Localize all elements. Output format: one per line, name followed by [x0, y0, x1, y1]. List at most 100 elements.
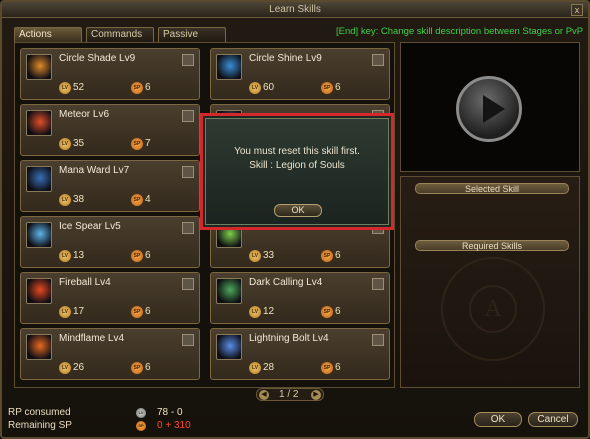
skill-name: Lightning Bolt Lv4 — [249, 333, 329, 344]
skill-level-requirement: 12 — [263, 306, 275, 317]
skill-checkbox[interactable] — [372, 278, 384, 290]
sp-coin-icon: SP — [131, 82, 143, 94]
remaining-sp-value: 0 + 310 — [157, 420, 191, 431]
skill-card[interactable]: Fireball Lv4 LV 17 SP 6 — [20, 272, 200, 324]
skill-name: Mindflame Lv4 — [59, 333, 125, 344]
level-coin-icon: LV — [249, 362, 261, 374]
sp-icon: SP — [136, 421, 146, 431]
sp-coin-icon: SP — [321, 362, 333, 374]
meteor-icon — [26, 110, 52, 136]
skill-sp-cost: 6 — [335, 82, 341, 93]
sp-coin-icon: SP — [131, 306, 143, 318]
skill-info-panel: Selected Skill Required Skills A — [400, 176, 580, 388]
dialog-ok-button[interactable]: OK — [274, 204, 322, 217]
skill-card[interactable]: Mana Ward Lv7 LV 38 SP 4 — [20, 160, 200, 212]
sp-coin-icon: SP — [131, 194, 143, 206]
skill-level-requirement: 38 — [73, 194, 85, 205]
skill-checkbox[interactable] — [182, 222, 194, 234]
level-coin-icon: LV — [249, 82, 261, 94]
reset-required-dialog: You must reset this skill first. Skill :… — [200, 113, 394, 230]
rp-consumed-value: 78 - 0 — [157, 407, 183, 418]
mindflame-icon — [26, 334, 52, 360]
level-coin-icon: LV — [59, 194, 71, 206]
skill-checkbox[interactable] — [182, 110, 194, 122]
mana-ward-icon — [26, 166, 52, 192]
dialog-skill-name: Skill : Legion of Souls — [249, 160, 345, 171]
skill-level-requirement: 60 — [263, 82, 275, 93]
sp-coin-icon: SP — [131, 138, 143, 150]
level-coin-icon: LV — [59, 306, 71, 318]
prev-page-button[interactable]: ◀ — [259, 390, 269, 400]
skill-name: Fireball Lv4 — [59, 277, 111, 288]
skill-checkbox[interactable] — [182, 54, 194, 66]
tab-passive[interactable]: Passive — [158, 27, 226, 42]
required-skills-header: Required Skills — [415, 240, 569, 251]
fireball-icon — [26, 278, 52, 304]
dark-calling-icon — [216, 278, 242, 304]
selected-skill-header: Selected Skill — [415, 183, 569, 194]
rp-icon: LV — [136, 408, 146, 418]
skill-checkbox[interactable] — [372, 54, 384, 66]
skill-card[interactable]: Meteor Lv6 LV 35 SP 7 — [20, 104, 200, 156]
skill-level-requirement: 13 — [73, 250, 85, 261]
play-icon — [483, 95, 505, 123]
skill-sp-cost: 6 — [145, 306, 151, 317]
skill-card[interactable]: Mindflame Lv4 LV 26 SP 6 — [20, 328, 200, 380]
skill-name: Mana Ward Lv7 — [59, 165, 130, 176]
skill-checkbox[interactable] — [372, 334, 384, 346]
emblem-letter: A — [485, 297, 501, 322]
skill-sp-cost: 6 — [335, 306, 341, 317]
skill-checkbox[interactable] — [182, 278, 194, 290]
skill-sp-cost: 7 — [145, 138, 151, 149]
tab-actions[interactable]: Actions — [14, 27, 82, 42]
skill-level-requirement: 17 — [73, 306, 85, 317]
level-coin-icon: LV — [59, 250, 71, 262]
window-title: Learn Skills — [269, 4, 321, 15]
title-bar[interactable]: Learn Skills x — [2, 2, 588, 18]
close-button[interactable]: x — [571, 4, 583, 16]
skill-level-requirement: 33 — [263, 250, 275, 261]
level-coin-icon: LV — [59, 82, 71, 94]
level-coin-icon: LV — [249, 306, 261, 318]
circle-shade-icon — [26, 54, 52, 80]
skill-card[interactable]: Circle Shine Lv9 LV 60 SP 6 — [210, 48, 390, 100]
level-coin-icon: LV — [59, 138, 71, 150]
skill-sp-cost: 4 — [145, 194, 151, 205]
pager: ◀ 1 / 2 ▶ — [256, 388, 324, 401]
skill-checkbox[interactable] — [182, 334, 194, 346]
skill-card[interactable]: Dark Calling Lv4 LV 12 SP 6 — [210, 272, 390, 324]
skill-sp-cost: 6 — [145, 82, 151, 93]
level-coin-icon: LV — [249, 250, 261, 262]
skill-card[interactable]: Lightning Bolt Lv4 LV 28 SP 6 — [210, 328, 390, 380]
skill-level-requirement: 26 — [73, 362, 85, 373]
skill-level-requirement: 35 — [73, 138, 85, 149]
lightning-bolt-icon — [216, 334, 242, 360]
skill-checkbox[interactable] — [182, 166, 194, 178]
sp-coin-icon: SP — [131, 362, 143, 374]
skill-name: Meteor Lv6 — [59, 109, 110, 120]
skill-card[interactable]: Circle Shade Lv9 LV 52 SP 6 — [20, 48, 200, 100]
dialog-body: You must reset this skill first. Skill :… — [205, 118, 389, 225]
play-button[interactable] — [456, 76, 522, 142]
dialog-message: You must reset this skill first. — [234, 146, 360, 157]
skill-sp-cost: 6 — [335, 362, 341, 373]
skill-sp-cost: 6 — [335, 250, 341, 261]
skill-card[interactable]: Ice Spear Lv5 LV 13 SP 6 — [20, 216, 200, 268]
skill-level-requirement: 52 — [73, 82, 85, 93]
hint-text: [End] key: Change skill description betw… — [336, 26, 584, 37]
page-indicator: 1 / 2 — [279, 389, 299, 400]
sp-coin-icon: SP — [321, 82, 333, 94]
rp-consumed-label: RP consumed — [8, 407, 71, 418]
skill-level-requirement: 28 — [263, 362, 275, 373]
skill-preview-panel — [400, 42, 580, 172]
skill-sp-cost: 6 — [145, 362, 151, 373]
skill-name: Ice Spear Lv5 — [59, 221, 121, 232]
sp-coin-icon: SP — [321, 306, 333, 318]
skill-sp-cost: 6 — [145, 250, 151, 261]
circle-shine-icon — [216, 54, 242, 80]
tab-commands[interactable]: Commands — [86, 27, 154, 42]
skill-name: Dark Calling Lv4 — [249, 277, 323, 288]
next-page-button[interactable]: ▶ — [311, 390, 321, 400]
ok-button[interactable]: OK — [474, 412, 522, 427]
cancel-button[interactable]: Cancel — [528, 412, 578, 427]
